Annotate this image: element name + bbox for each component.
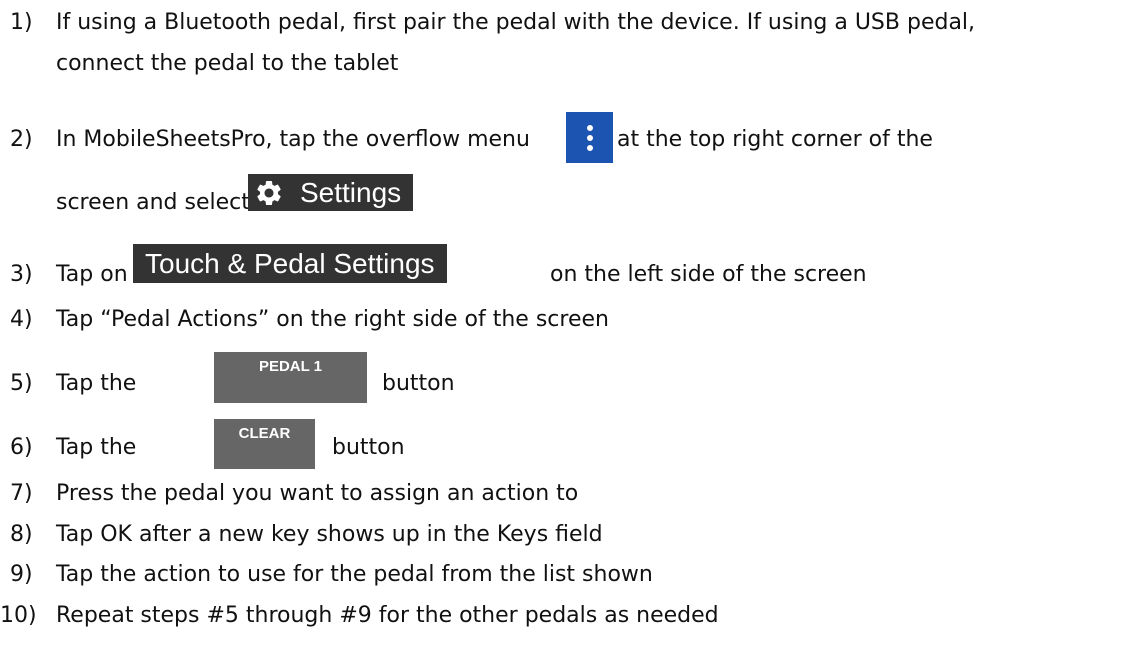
pedal-1-button: PEDAL 1	[214, 352, 367, 403]
step-number: 7)	[10, 481, 33, 506]
step-text: If using a Bluetooth pedal, first pair t…	[56, 10, 976, 35]
step-number: 9)	[10, 562, 33, 587]
step-text: Tap on	[56, 262, 128, 287]
step-text: Repeat steps #5 through #9 for the other…	[56, 603, 719, 628]
settings-label: Settings	[300, 176, 402, 208]
step-text: Tap the	[56, 435, 137, 460]
step-text: on the left side of the screen	[550, 262, 867, 287]
step-number: 2)	[10, 127, 33, 152]
step-text: at the top right corner of the	[617, 127, 933, 152]
step-number: 8)	[10, 522, 33, 547]
step-number: 5)	[10, 371, 33, 396]
settings-menu-item: Settings	[248, 174, 414, 211]
step-text: Tap “Pedal Actions” on the right side of…	[56, 307, 609, 332]
step-text: Tap the action to use for the pedal from…	[56, 562, 653, 587]
step-text: button	[332, 435, 405, 460]
step-number: 3)	[10, 262, 33, 287]
touch-pedal-settings-item: Touch & Pedal Settings	[133, 244, 447, 283]
step-text: Press the pedal you want to assign an ac…	[56, 481, 579, 506]
touch-pedal-settings-label: Touch & Pedal Settings	[145, 247, 435, 279]
step-number: 1)	[10, 10, 33, 35]
step-number: 10)	[0, 603, 37, 628]
step-number: 6)	[10, 435, 33, 460]
step-text: Tap the	[56, 371, 137, 396]
pedal-1-label: PEDAL 1	[258, 358, 323, 375]
step-text: connect the pedal to the tablet	[56, 51, 399, 76]
step-text: Tap OK after a new key shows up in the K…	[56, 522, 603, 547]
gear-icon	[257, 180, 281, 205]
step-number: 4)	[10, 307, 33, 332]
step-text: button	[382, 371, 455, 396]
step-text: In MobileSheetsPro, tap the overflow men…	[56, 127, 530, 152]
overflow-menu-icon	[566, 112, 613, 163]
step-text: screen and select	[56, 190, 250, 215]
clear-button: CLEAR	[214, 419, 315, 469]
clear-label: CLEAR	[238, 425, 291, 442]
